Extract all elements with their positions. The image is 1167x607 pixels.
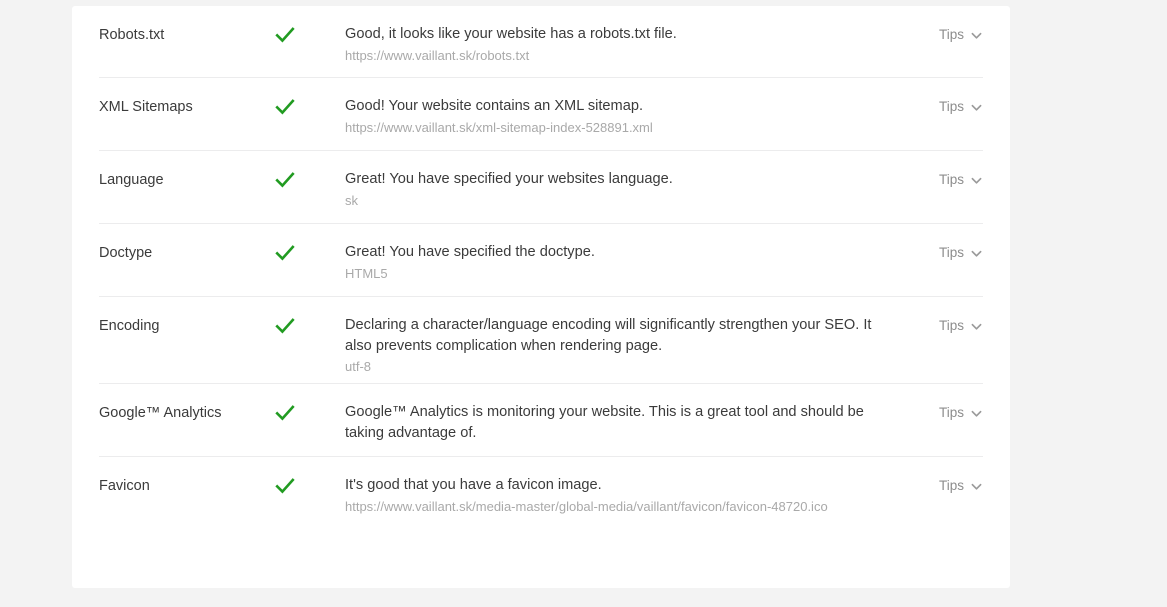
check-name: XML Sitemaps xyxy=(99,78,274,117)
check-status xyxy=(274,297,345,337)
check-detail-text: https://www.vaillant.sk/robots.txt xyxy=(345,47,530,63)
tips-label: Tips xyxy=(938,172,964,187)
check-name: Language xyxy=(99,151,274,190)
table-row: Favicon It's good that you have a favico… xyxy=(99,457,983,529)
tips-toggle[interactable]: Tips xyxy=(911,384,983,422)
table-row: Language Great! You have specified your … xyxy=(99,151,983,224)
check-message-text: Great! You have specified your websites … xyxy=(345,171,673,187)
check-message-text: Declaring a character/language encoding … xyxy=(345,317,872,354)
check-name: Encoding xyxy=(99,297,274,336)
check-message: It's good that you have a favicon image.… xyxy=(345,457,911,516)
tips-toggle[interactable]: Tips xyxy=(911,78,983,116)
seo-check-list: Robots.txt Good, it looks like your webs… xyxy=(72,6,1010,529)
chevron-down-icon xyxy=(971,177,982,184)
chevron-down-icon xyxy=(971,104,982,111)
check-name: Google™ Analytics xyxy=(99,384,274,423)
tips-toggle[interactable]: Tips xyxy=(911,457,983,495)
check-icon xyxy=(275,245,295,261)
table-row: Encoding Declaring a character/language … xyxy=(99,297,983,384)
check-message-text: It's good that you have a favicon image. xyxy=(345,477,602,493)
chevron-down-icon xyxy=(971,32,982,39)
check-detail-text: https://www.vaillant.sk/xml-sitemap-inde… xyxy=(345,119,653,135)
table-row: Google™ Analytics Google™ Analytics is m… xyxy=(99,384,983,457)
check-status xyxy=(274,151,345,191)
tips-toggle[interactable]: Tips xyxy=(911,224,983,262)
chevron-down-icon xyxy=(971,483,982,490)
tips-toggle[interactable]: Tips xyxy=(911,6,983,44)
tips-toggle[interactable]: Tips xyxy=(911,297,983,335)
check-icon xyxy=(275,318,295,334)
check-name-label: Robots.txt xyxy=(99,27,165,43)
check-name-label: Doctype xyxy=(99,245,153,261)
check-message-text: Google™ Analytics is monitoring your web… xyxy=(345,404,864,441)
check-icon xyxy=(275,27,295,43)
tips-label: Tips xyxy=(938,99,964,114)
table-row: XML Sitemaps Good! Your website contains… xyxy=(99,78,983,151)
check-detail-text: HTML5 xyxy=(345,265,388,281)
table-row: Doctype Great! You have specified the do… xyxy=(99,224,983,297)
check-icon xyxy=(275,172,295,188)
check-detail-text: utf-8 xyxy=(345,359,372,374)
check-name-label: Language xyxy=(99,172,164,188)
check-message-text: Good! Your website contains an XML sitem… xyxy=(345,98,643,114)
check-name-label: Encoding xyxy=(99,318,160,334)
check-message-text: Good, it looks like your website has a r… xyxy=(345,26,677,42)
seo-report-card: Robots.txt Good, it looks like your webs… xyxy=(72,6,1010,588)
check-status xyxy=(274,384,345,424)
check-status xyxy=(274,78,345,118)
check-message: Google™ Analytics is monitoring your web… xyxy=(345,384,911,443)
check-message: Good, it looks like your website has a r… xyxy=(345,6,911,65)
check-status xyxy=(274,6,345,46)
check-message: Good! Your website contains an XML sitem… xyxy=(345,78,911,137)
check-icon xyxy=(275,478,295,494)
check-message: Great! You have specified your websites … xyxy=(345,151,911,210)
tips-label: Tips xyxy=(938,245,964,260)
check-status xyxy=(274,224,345,264)
table-row: Robots.txt Good, it looks like your webs… xyxy=(99,6,983,78)
check-name: Doctype xyxy=(99,224,274,263)
check-message-text: Great! You have specified the doctype. xyxy=(345,244,595,260)
check-name: Favicon xyxy=(99,457,274,496)
check-detail-text: https://www.vaillant.sk/media-master/glo… xyxy=(345,498,828,514)
check-name-label: Favicon xyxy=(99,478,150,494)
check-icon xyxy=(275,99,295,115)
check-message: Great! You have specified the doctype. H… xyxy=(345,224,911,283)
chevron-down-icon xyxy=(971,250,982,257)
check-name-label: Google™ Analytics xyxy=(99,405,222,421)
check-name-label: XML Sitemaps xyxy=(99,99,193,115)
check-icon xyxy=(275,405,295,421)
check-detail-text: sk xyxy=(345,192,358,208)
tips-label: Tips xyxy=(938,27,964,42)
tips-label: Tips xyxy=(938,478,964,493)
check-message: Declaring a character/language encoding … xyxy=(345,297,911,376)
check-name: Robots.txt xyxy=(99,6,274,45)
chevron-down-icon xyxy=(971,410,982,417)
chevron-down-icon xyxy=(971,323,982,330)
tips-label: Tips xyxy=(938,318,964,333)
tips-toggle[interactable]: Tips xyxy=(911,151,983,189)
tips-label: Tips xyxy=(938,405,964,420)
check-status xyxy=(274,457,345,497)
